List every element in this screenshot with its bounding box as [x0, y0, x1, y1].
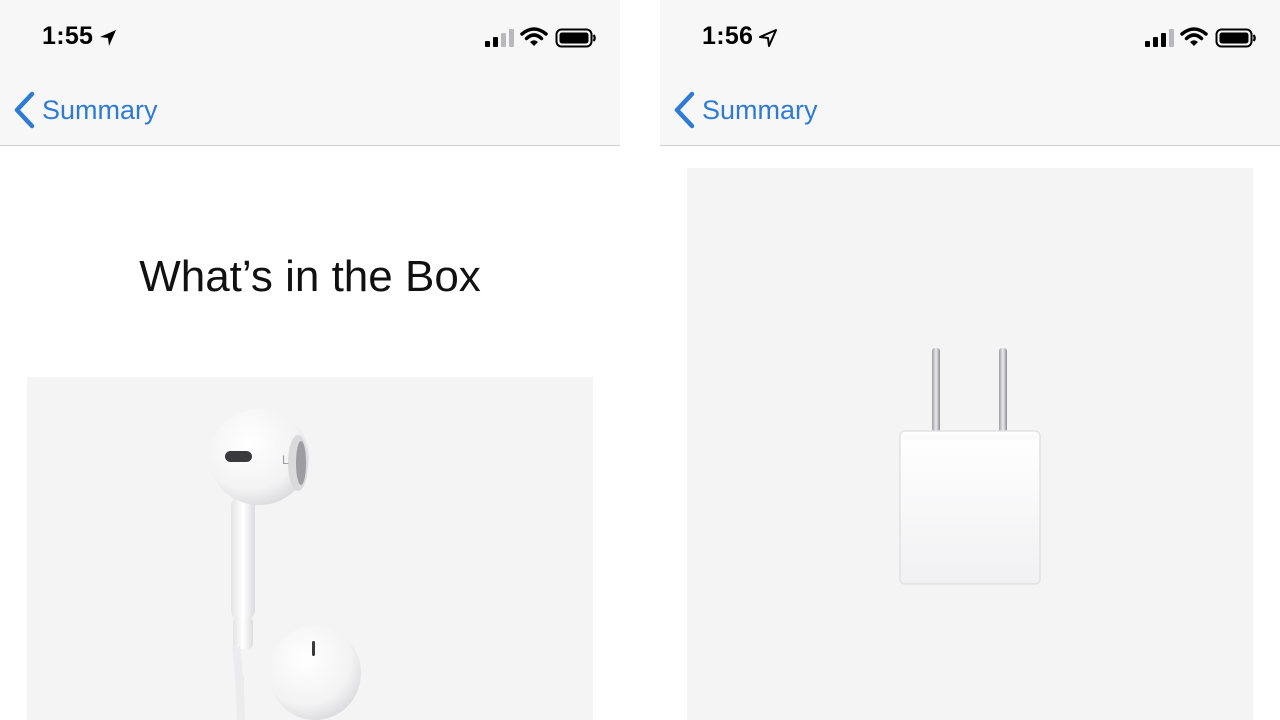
battery-icon	[1215, 28, 1256, 48]
chevron-left-icon	[14, 91, 35, 129]
earpods-illustration: L	[209, 409, 361, 720]
wifi-icon	[1180, 27, 1208, 46]
wifi-icon	[520, 27, 548, 46]
earpods-image: L	[27, 377, 593, 720]
page-title: What’s in the Box	[139, 252, 481, 301]
power-adapter-image	[687, 168, 1253, 720]
location-arrow-icon	[759, 29, 777, 47]
back-button-label: Summary	[42, 94, 158, 125]
navigation-bar: 1:55 Summary	[0, 0, 620, 146]
back-button[interactable]: Summary	[12, 88, 158, 132]
location-arrow-icon	[100, 30, 116, 46]
cellular-signal-icon	[1145, 29, 1174, 47]
cellular-signal-icon	[485, 29, 514, 47]
earbud-marking: L	[282, 453, 289, 467]
screen-power-adapter: 1:56 Summary	[660, 0, 1280, 720]
chevron-left-icon	[674, 91, 695, 129]
navigation-bar: 1:56 Summary	[660, 0, 1280, 146]
status-time: 1:56	[702, 22, 754, 50]
back-button-label: Summary	[702, 94, 818, 125]
screen-whats-in-the-box: 1:55 Summary What’s in the Box L	[0, 0, 620, 720]
battery-icon	[555, 28, 596, 48]
back-button[interactable]: Summary	[672, 88, 818, 132]
status-time: 1:55	[42, 22, 94, 50]
power-adapter-illustration	[899, 348, 1041, 585]
